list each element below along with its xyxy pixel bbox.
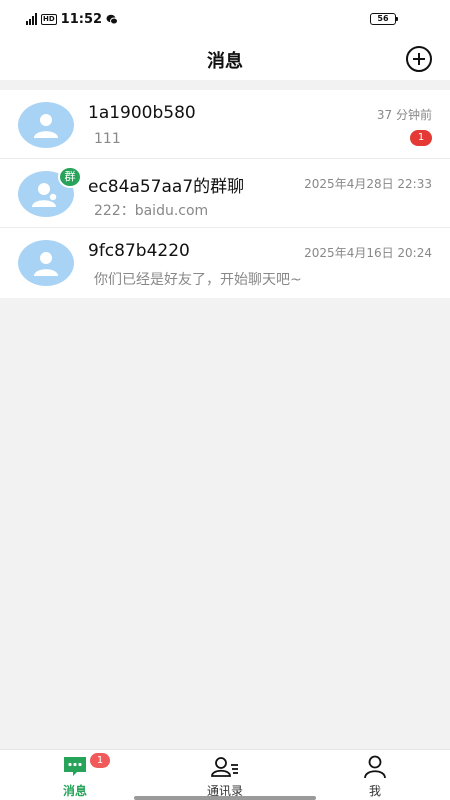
conversation-item[interactable]: 1a1900b580 37 分钟前 111 1 bbox=[0, 90, 450, 159]
tab-label: 消息 bbox=[62, 784, 87, 798]
page-title: 消息 bbox=[207, 51, 243, 72]
status-bar: HD 11:52 56 bbox=[0, 0, 450, 38]
conversation-name: 1a1900b580 bbox=[88, 103, 196, 123]
add-button[interactable] bbox=[406, 46, 432, 72]
hd-badge: HD bbox=[41, 13, 57, 25]
signal-icon bbox=[26, 13, 37, 25]
default-user-icon bbox=[34, 114, 58, 138]
conversation-item[interactable]: 9fc87b4220 2025年4月16日 20:24 你们已经是好友了，开始聊… bbox=[0, 228, 450, 297]
nav-bar: 消息 bbox=[0, 38, 450, 80]
home-indicator bbox=[134, 796, 316, 800]
tab-messages[interactable]: 1 消息 bbox=[0, 750, 150, 800]
conversation-preview: 你们已经是好友了，开始聊天吧~ bbox=[94, 272, 302, 288]
conversation-name: ec84a57aa7的群聊 bbox=[88, 177, 245, 197]
conversation-time: 37 分钟前 bbox=[376, 108, 432, 122]
default-user-icon bbox=[34, 252, 58, 276]
tab-label: 我 bbox=[368, 784, 381, 798]
avatar bbox=[18, 240, 74, 286]
status-left: HD 11:52 bbox=[26, 11, 119, 27]
conversation-name: 9fc87b4220 bbox=[88, 241, 190, 261]
tab-me[interactable]: 我 bbox=[300, 750, 450, 800]
status-time: 11:52 bbox=[60, 11, 103, 27]
group-badge: 群 bbox=[58, 166, 82, 188]
conversation-time: 2025年4月16日 20:24 bbox=[304, 246, 432, 260]
conversation-list: 1a1900b580 37 分钟前 111 1 群 ec84a57aa7的群聊 … bbox=[0, 90, 450, 298]
battery-icon: 56 bbox=[370, 13, 398, 25]
contacts-icon bbox=[211, 757, 238, 777]
tab-badge: 1 bbox=[90, 753, 110, 768]
tab-contacts[interactable]: 通讯录 bbox=[150, 750, 300, 800]
conversation-time: 2025年4月28日 22:33 bbox=[304, 177, 432, 191]
tab-bar: 1 消息 通讯录 我 bbox=[0, 749, 450, 800]
avatar bbox=[18, 102, 74, 148]
conversation-preview: 111 bbox=[94, 131, 121, 147]
group-user-icon bbox=[32, 183, 58, 207]
conversation-item[interactable]: 群 ec84a57aa7的群聊 2025年4月28日 22:33 222：bai… bbox=[0, 159, 450, 228]
person-icon bbox=[364, 755, 386, 779]
wechat-notification-icon bbox=[106, 14, 119, 24]
unread-badge: 1 bbox=[410, 130, 432, 146]
conversation-preview: 222：baidu.com bbox=[94, 203, 209, 219]
chat-bubble-icon bbox=[64, 757, 86, 776]
